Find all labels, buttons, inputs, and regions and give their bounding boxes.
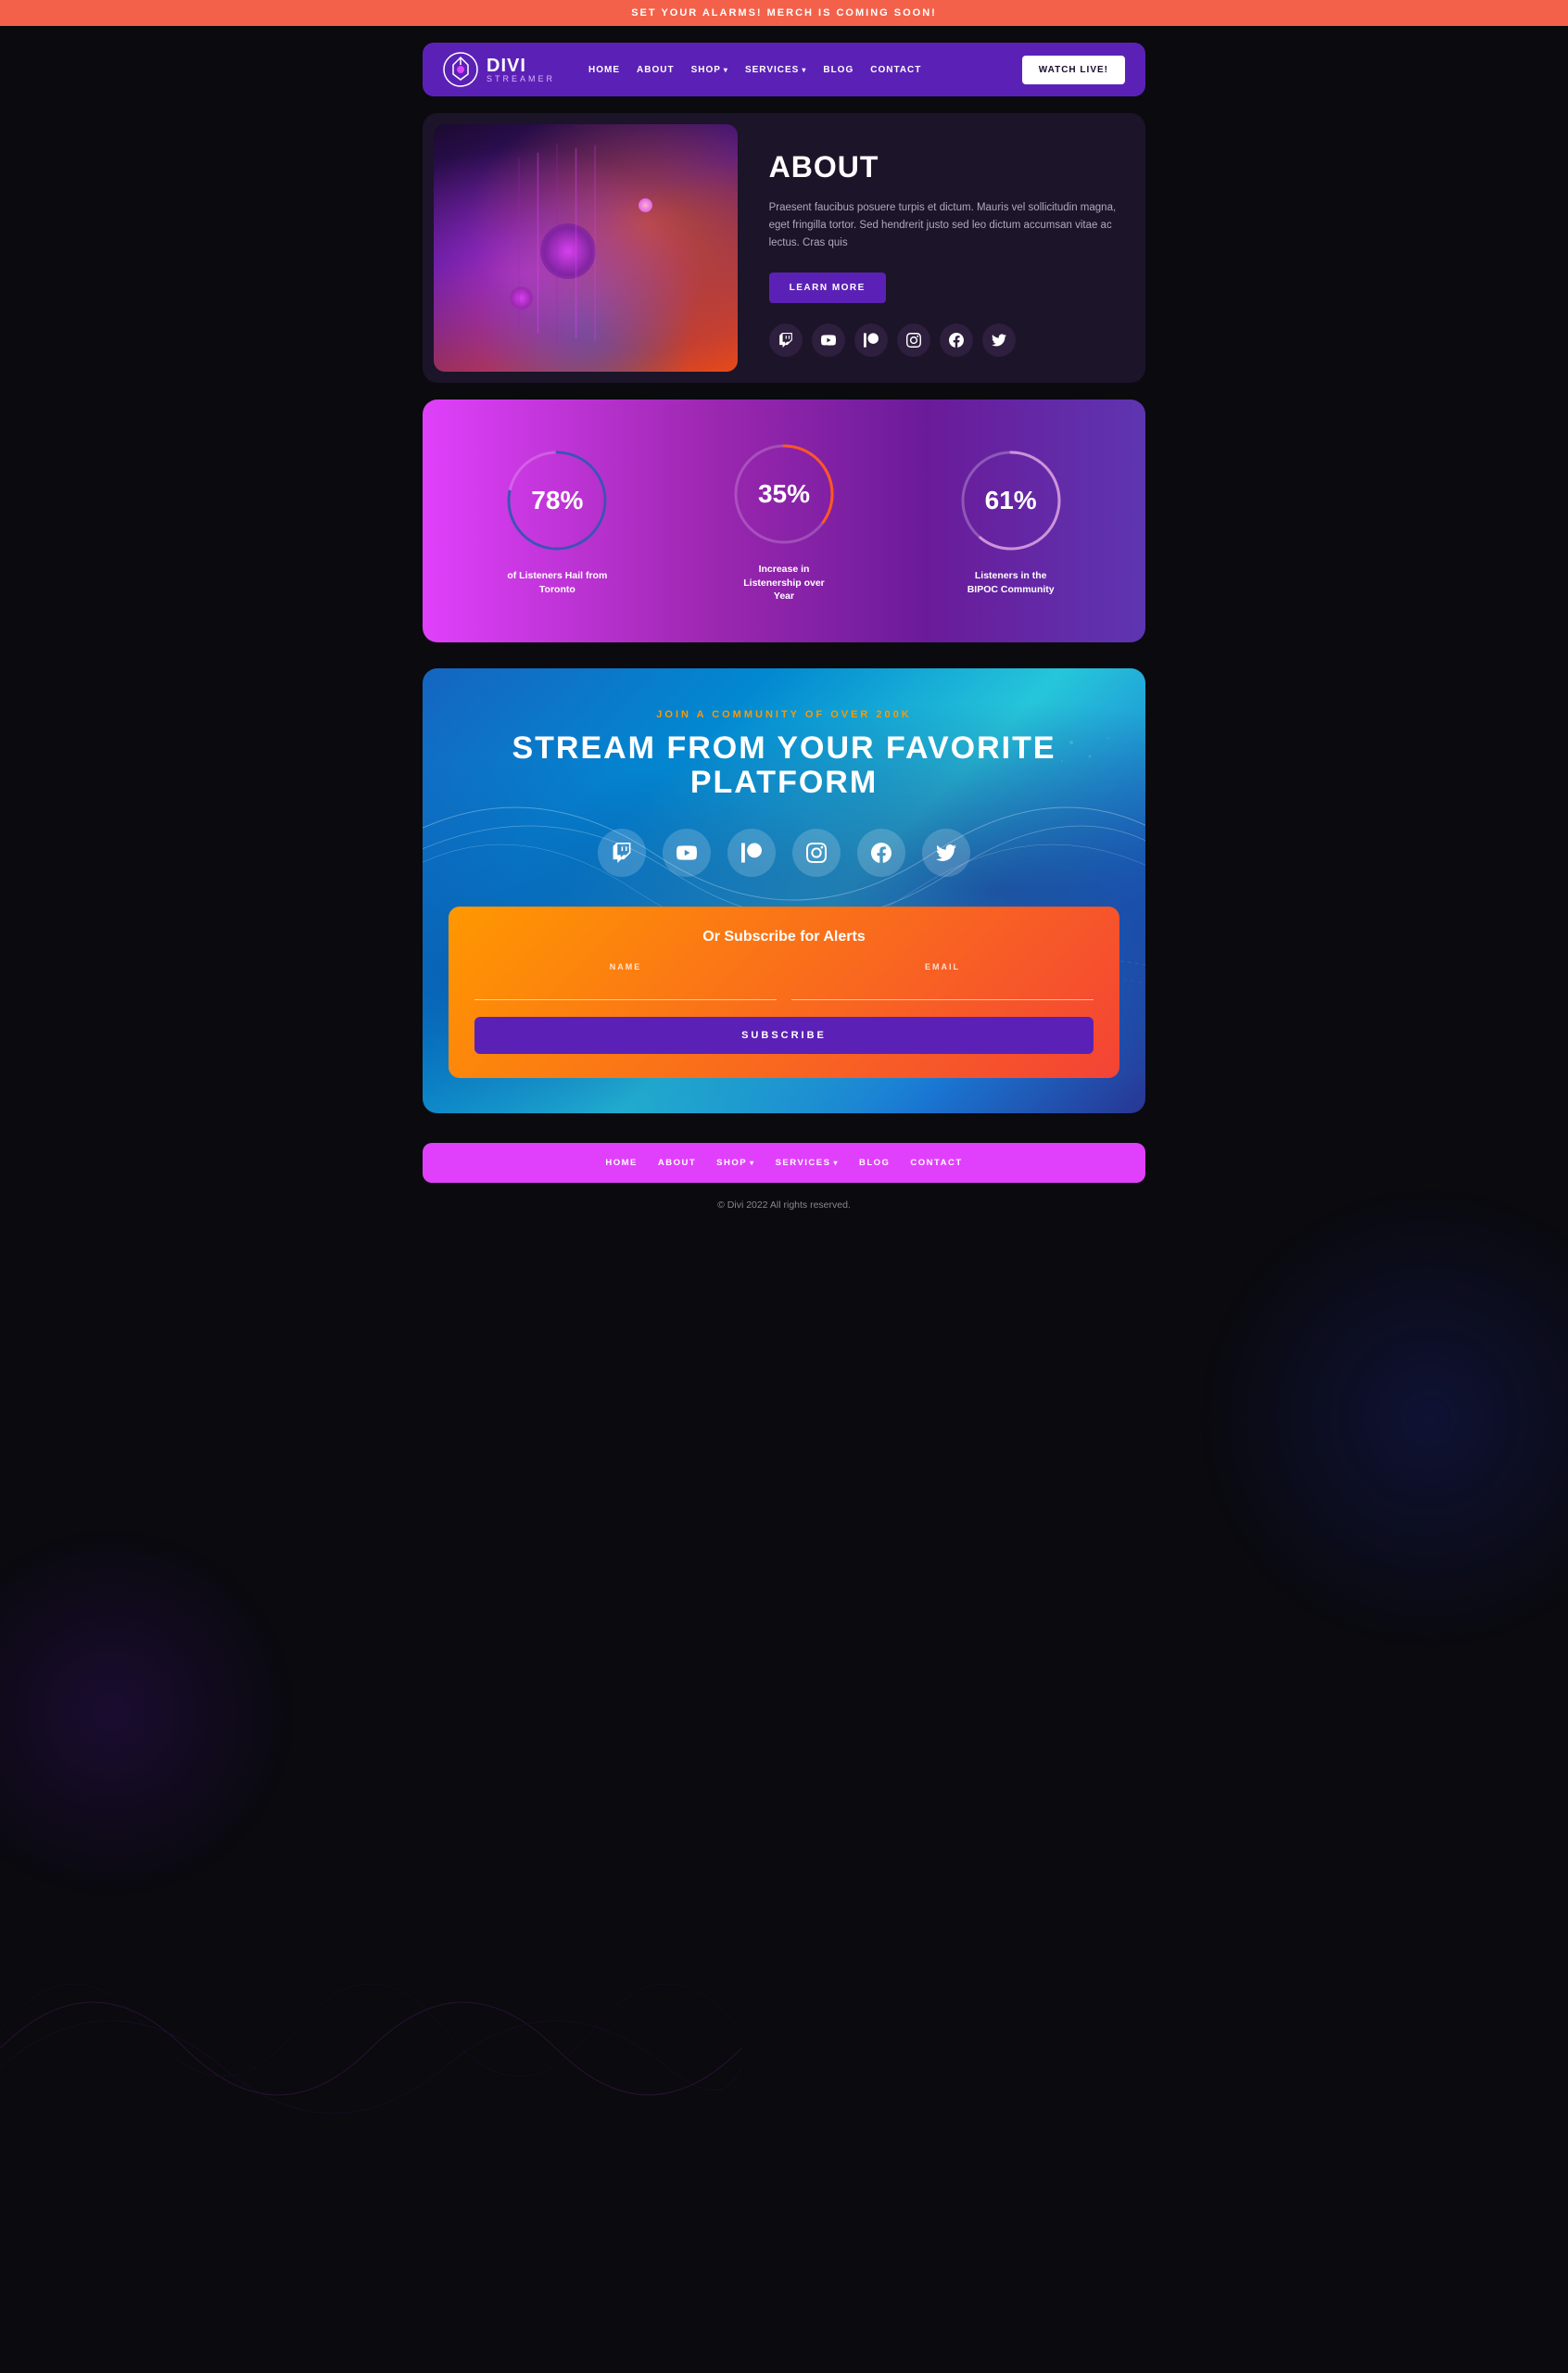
patreon-icon[interactable] — [854, 324, 888, 357]
nav-contact[interactable]: CONTACT — [870, 65, 921, 75]
subscribe-button[interactable]: SUBSCRIBE — [474, 1017, 1094, 1054]
nav-blog[interactable]: BLOG — [823, 65, 854, 75]
stat-label-1: of Listeners Hail from Toronto — [506, 569, 608, 596]
footer-nav-about[interactable]: ABOUT — [658, 1158, 696, 1168]
about-section: ABOUT Praesent faucibus posuere turpis e… — [423, 113, 1145, 383]
navbar: DIVI STREAMER HOME ABOUT SHOP ▾ SERVICES… — [423, 43, 1145, 96]
footer-nav-home[interactable]: HOME — [605, 1158, 638, 1168]
stat-value-1: 78% — [531, 486, 583, 515]
name-input[interactable] — [474, 975, 777, 1000]
logo-brand: DIVI — [487, 57, 555, 75]
email-label: EMAIL — [791, 962, 1094, 971]
stat-item-2: 35% Increase in Listenership over Year — [676, 438, 893, 603]
stream-facebook-icon[interactable] — [857, 829, 905, 877]
subscribe-fields: NAME EMAIL — [474, 962, 1094, 1000]
name-field-wrap: NAME — [474, 962, 777, 1000]
facebook-icon[interactable] — [940, 324, 973, 357]
stat-item-1: 78% of Listeners Hail from Toronto — [449, 445, 666, 596]
about-social-icons — [769, 324, 1119, 357]
nav-home[interactable]: HOME — [588, 65, 620, 75]
email-field-wrap: EMAIL — [791, 962, 1094, 1000]
stream-section: JOIN A COMMUNITY OF OVER 200K STREAM FRO… — [423, 668, 1145, 1113]
watch-live-button[interactable]: WATCH LIVE! — [1022, 56, 1125, 84]
about-image — [434, 124, 738, 372]
top-banner: SET YOUR ALARMS! MERCH IS COMING SOON! — [0, 0, 1568, 26]
stream-social-icons — [449, 829, 1119, 877]
nav-shop[interactable]: SHOP ▾ — [691, 65, 728, 75]
stat-label-3: Listeners in the BIPOC Community — [960, 569, 1062, 596]
about-title: ABOUT — [769, 150, 1119, 184]
twitch-icon[interactable] — [769, 324, 803, 357]
stat-value-3: 61% — [985, 486, 1037, 515]
stat-value-2: 35% — [758, 479, 810, 509]
nav-services[interactable]: SERVICES ▾ — [745, 65, 806, 75]
stream-patreon-icon[interactable] — [727, 829, 776, 877]
top-banner-text: SET YOUR ALARMS! MERCH IS COMING SOON! — [631, 7, 937, 19]
subscribe-box: Or Subscribe for Alerts NAME EMAIL SUBSC… — [449, 907, 1119, 1078]
email-input[interactable] — [791, 975, 1094, 1000]
footer-nav-services[interactable]: SERVICES ▾ — [776, 1158, 839, 1168]
name-label: NAME — [474, 962, 777, 971]
twitter-icon[interactable] — [982, 324, 1016, 357]
stats-section: 78% of Listeners Hail from Toronto 35% I… — [423, 400, 1145, 642]
footer-nav-blog[interactable]: BLOG — [859, 1158, 890, 1168]
stream-youtube-icon[interactable] — [663, 829, 711, 877]
footer-nav-shop[interactable]: SHOP ▾ — [716, 1158, 754, 1168]
learn-more-button[interactable]: LEARN MORE — [769, 273, 886, 303]
stat-item-3: 61% Listeners in the BIPOC Community — [902, 445, 1119, 596]
nav-links: HOME ABOUT SHOP ▾ SERVICES ▾ BLOG CONTAC… — [588, 65, 1007, 75]
stream-instagram-icon[interactable] — [792, 829, 841, 877]
logo-tagline: STREAMER — [487, 75, 555, 83]
instagram-icon[interactable] — [897, 324, 930, 357]
youtube-icon[interactable] — [812, 324, 845, 357]
footer-copyright: © Divi 2022 All rights reserved. — [423, 1192, 1145, 1233]
about-content: ABOUT Praesent faucibus posuere turpis e… — [749, 113, 1145, 383]
footer-nav: HOME ABOUT SHOP ▾ SERVICES ▾ BLOG CONTAC… — [423, 1143, 1145, 1183]
nav-about[interactable]: ABOUT — [637, 65, 675, 75]
subscribe-title: Or Subscribe for Alerts — [474, 929, 1094, 945]
footer-nav-contact[interactable]: CONTACT — [910, 1158, 962, 1168]
about-description: Praesent faucibus posuere turpis et dict… — [769, 199, 1119, 252]
stream-subtitle: JOIN A COMMUNITY OF OVER 200K — [449, 709, 1119, 720]
stream-title: STREAM FROM YOUR FAVORITE PLATFORM — [449, 731, 1119, 801]
stream-twitter-icon[interactable] — [922, 829, 970, 877]
stat-label-2: Increase in Listenership over Year — [733, 563, 835, 603]
logo-icon — [443, 52, 478, 87]
logo[interactable]: DIVI STREAMER — [443, 52, 555, 87]
stream-twitch-icon[interactable] — [598, 829, 646, 877]
